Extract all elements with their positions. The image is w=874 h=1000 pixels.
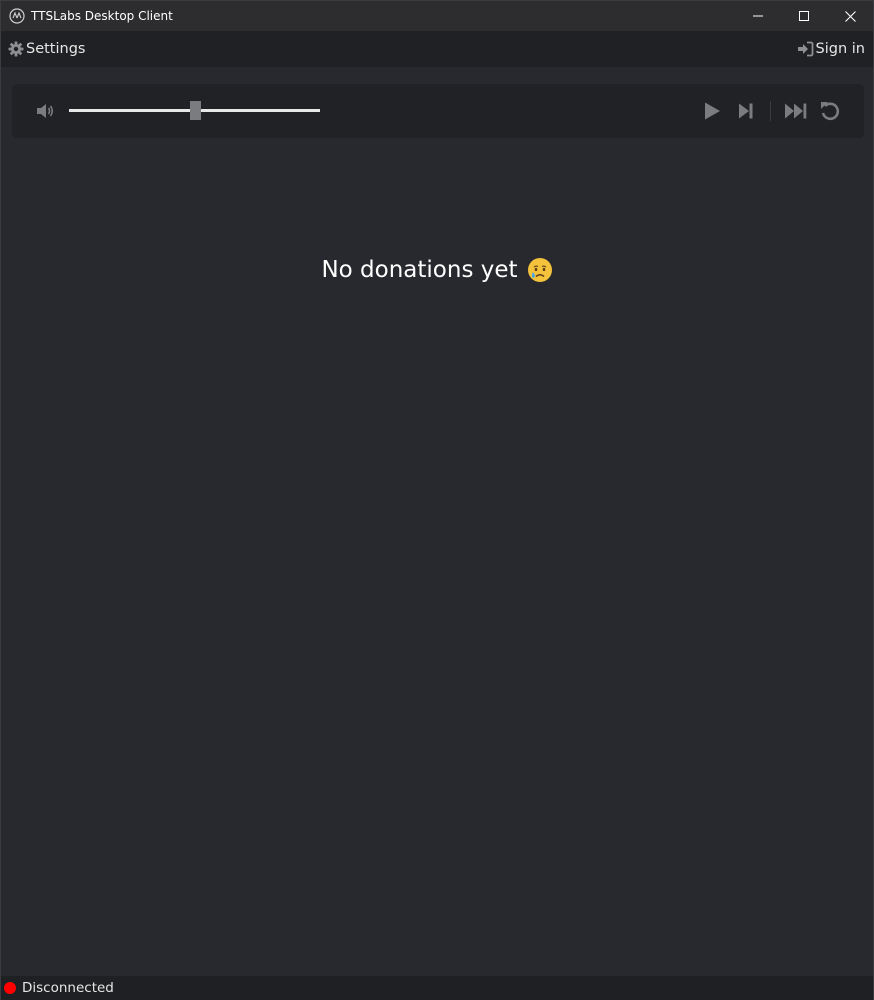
replay-button[interactable] — [818, 99, 842, 123]
connection-status-indicator — [4, 982, 16, 994]
gear-icon — [8, 41, 24, 57]
sad-tear-emoji-icon — [527, 257, 553, 283]
minimize-icon — [753, 15, 763, 17]
replay-icon — [821, 102, 840, 121]
settings-menu-button[interactable]: Settings — [8, 31, 85, 67]
sign-in-label: Sign in — [815, 41, 865, 57]
player-panel — [12, 84, 864, 138]
play-button[interactable] — [700, 99, 724, 123]
maximize-icon — [799, 11, 809, 21]
volume-icon[interactable] — [35, 101, 55, 121]
window-controls — [735, 1, 873, 31]
ttslabs-logo-icon — [9, 8, 25, 24]
sign-in-button[interactable]: Sign in — [797, 31, 865, 67]
play-icon — [705, 102, 720, 120]
title-bar[interactable]: TTSLabs Desktop Client — [1, 1, 873, 31]
fast-forward-button[interactable] — [784, 99, 808, 123]
status-bar: Disconnected — [1, 976, 873, 1000]
volume-slider-thumb[interactable] — [190, 101, 201, 120]
sign-in-icon — [797, 41, 813, 57]
app-window: TTSLabs Desktop Client Settings Sign in … — [0, 0, 874, 1000]
close-button[interactable] — [827, 1, 873, 31]
fast-forward-icon — [785, 103, 807, 119]
close-icon — [844, 10, 856, 22]
skip-next-button[interactable] — [734, 99, 758, 123]
empty-state-message: No donations yet — [321, 257, 518, 283]
maximize-button[interactable] — [781, 1, 827, 31]
empty-state: No donations yet — [1, 257, 873, 283]
window-title: TTSLabs Desktop Client — [31, 9, 173, 23]
connection-status-text: Disconnected — [22, 980, 114, 996]
minimize-button[interactable] — [735, 1, 781, 31]
volume-slider[interactable] — [69, 101, 320, 121]
controls-divider — [770, 101, 771, 121]
settings-label: Settings — [26, 41, 86, 57]
menu-bar: Settings Sign in — [1, 31, 873, 67]
skip-next-icon — [739, 103, 753, 119]
